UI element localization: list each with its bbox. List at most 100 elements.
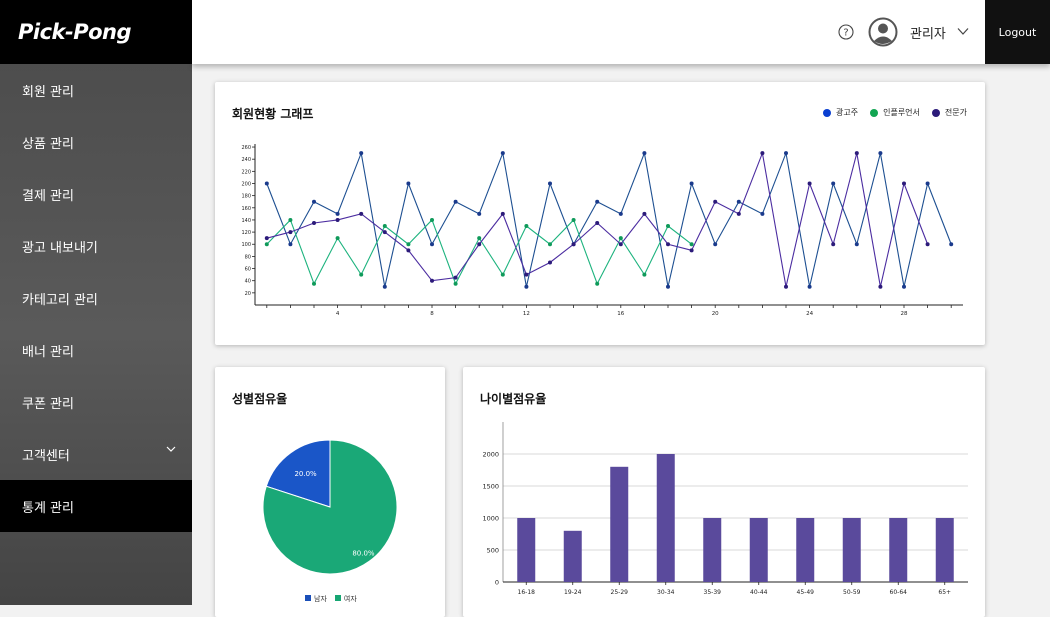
data-point — [288, 242, 293, 247]
x-tick-label: 24 — [806, 311, 813, 317]
help-icon[interactable]: ? — [838, 24, 854, 40]
bar — [610, 466, 629, 582]
gender-share-card: 성별점유율 20.0% 80.0% 남자 여자 — [215, 367, 445, 617]
sidebar-item-label: 회원 관리 — [22, 84, 74, 100]
y-tick-label: 500 — [487, 547, 499, 555]
data-point — [571, 217, 576, 222]
data-point — [524, 284, 529, 289]
gender-pie-chart: 20.0% 80.0% — [262, 439, 398, 575]
data-point — [335, 211, 340, 216]
data-point — [382, 230, 387, 235]
y-tick-label: 1000 — [482, 515, 499, 523]
data-point — [477, 242, 482, 247]
sidebar-item-payments[interactable]: 결제 관리 — [0, 168, 192, 220]
data-point — [949, 242, 954, 247]
top-bar: ? 관리자 Logout — [192, 0, 1050, 64]
y-tick-label: 0 — [495, 579, 499, 587]
data-point — [312, 220, 316, 225]
data-point — [382, 284, 387, 289]
legend-label: 남자 — [314, 595, 327, 603]
sidebar-item-categories[interactable]: 카테고리 관리 — [0, 272, 192, 324]
data-point — [359, 211, 364, 216]
y-tick-label: 140 — [241, 218, 251, 224]
x-tick-label: 8 — [430, 311, 434, 317]
sidebar-item-label: 쿠폰 관리 — [22, 396, 74, 412]
y-tick-label: 2000 — [482, 451, 499, 459]
data-point — [264, 242, 269, 247]
data-point — [406, 181, 411, 186]
slice-label: 80.0% — [352, 550, 375, 558]
sidebar-item-statistics[interactable]: 통계 관리 — [0, 480, 192, 532]
y-tick-label: 40 — [245, 279, 251, 285]
y-tick-label: 180 — [241, 194, 251, 200]
y-tick-label: 240 — [241, 157, 251, 163]
chevron-down-icon[interactable] — [166, 445, 176, 453]
logout-button[interactable]: Logout — [985, 0, 1050, 64]
data-point — [925, 181, 930, 186]
x-tick-label: 35-39 — [704, 589, 722, 596]
y-tick-label: 260 — [241, 145, 251, 151]
data-point — [807, 181, 812, 186]
admin-name[interactable]: 관리자 — [910, 23, 946, 42]
data-point — [500, 272, 505, 277]
sidebar-item-coupons[interactable]: 쿠폰 관리 — [0, 376, 192, 428]
sidebar-item-label: 통계 관리 — [22, 500, 74, 516]
y-tick-label: 200 — [241, 181, 251, 187]
data-point — [736, 211, 741, 216]
data-point — [335, 236, 340, 241]
bar — [842, 518, 861, 582]
slice-label: 20.0% — [294, 470, 317, 478]
bar — [517, 518, 536, 582]
data-point — [288, 217, 293, 222]
data-point — [477, 211, 482, 216]
sidebar-item-label: 광고 내보내기 — [22, 240, 98, 256]
data-point — [689, 248, 694, 253]
data-point — [642, 151, 647, 156]
chevron-down-icon[interactable] — [957, 27, 969, 36]
sidebar-item-support[interactable]: 고객센터 — [0, 428, 192, 480]
data-point — [666, 224, 670, 229]
data-point — [902, 284, 906, 289]
x-tick-label: 50-59 — [843, 589, 861, 596]
data-point — [618, 211, 623, 216]
y-tick-label: 20 — [245, 291, 251, 297]
sidebar-item-products[interactable]: 상품 관리 — [0, 116, 192, 168]
data-point — [288, 230, 293, 235]
avatar-icon[interactable] — [868, 17, 898, 47]
brand-logo[interactable]: Pick-Pong — [0, 0, 192, 64]
data-point — [618, 242, 623, 247]
y-tick-label: 220 — [241, 169, 251, 175]
x-tick-label: 45-49 — [797, 589, 815, 596]
legend-item[interactable]: 여자 — [334, 594, 357, 604]
data-point — [784, 284, 788, 289]
x-tick-label: 25-29 — [611, 589, 629, 596]
sidebar-item-banners[interactable]: 배너 관리 — [0, 324, 192, 376]
x-tick-label: 60-64 — [890, 589, 908, 596]
data-point — [264, 236, 269, 241]
sidebar-item-ads[interactable]: 광고 내보내기 — [0, 220, 192, 272]
sidebar-item-members[interactable]: 회원 관리 — [0, 64, 192, 116]
data-point — [453, 281, 458, 286]
data-point — [760, 151, 765, 156]
x-tick-label: 40-44 — [750, 589, 768, 596]
bar — [889, 518, 908, 582]
legend-swatch — [305, 595, 311, 601]
data-point — [689, 181, 694, 186]
data-point — [500, 151, 505, 156]
data-point — [831, 181, 836, 186]
data-point — [925, 242, 930, 247]
x-tick-label: 19-24 — [564, 589, 582, 596]
data-point — [689, 242, 694, 247]
bar — [703, 518, 722, 582]
data-point — [524, 272, 529, 277]
legend-swatch — [334, 595, 341, 601]
sidebar-menu: 회원 관리 상품 관리 결제 관리 광고 내보내기 카테고리 관리 배너 관리 … — [0, 64, 192, 532]
data-point — [430, 242, 434, 247]
data-point — [406, 242, 411, 247]
data-point — [713, 242, 718, 247]
data-point — [500, 211, 505, 216]
data-point — [831, 242, 836, 247]
legend-item[interactable]: 남자 — [305, 594, 327, 604]
data-point — [359, 272, 364, 277]
sidebar-item-label: 카테고리 관리 — [22, 292, 98, 308]
